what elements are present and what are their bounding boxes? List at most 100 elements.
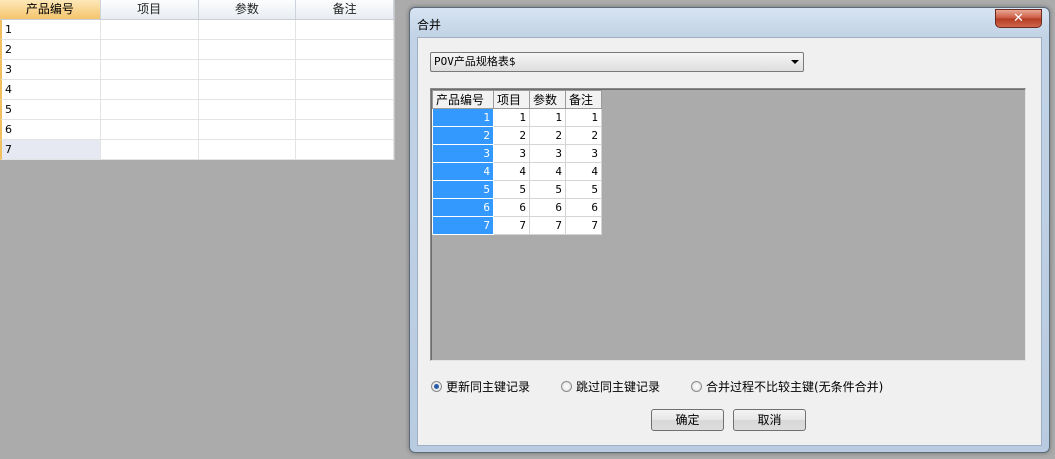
sheet-cell[interactable]: 4	[0, 80, 101, 100]
sheet-cell[interactable]	[100, 100, 199, 120]
sheet-cell[interactable]	[198, 120, 297, 140]
radio-label: 跳过同主键记录	[576, 380, 661, 394]
sheet-header-row: 产品编号 项目 参数 备注	[0, 0, 394, 20]
sheet-row: 2	[0, 40, 394, 60]
sheet-row: 6	[0, 120, 394, 140]
preview-cell[interactable]: 3	[565, 144, 602, 163]
sheet-cell[interactable]	[100, 120, 199, 140]
sheet-cell[interactable]	[198, 20, 297, 40]
sheet-cell[interactable]	[296, 40, 394, 60]
sheet-cell[interactable]	[100, 80, 199, 100]
sheet-cell[interactable]: 3	[0, 60, 101, 80]
preview-key-cell[interactable]: 6	[432, 198, 494, 217]
preview-cell[interactable]: 5	[529, 180, 566, 199]
preview-col-header-2[interactable]: 参数	[529, 90, 566, 109]
sheet-row: 7	[0, 140, 394, 160]
sheet-row: 4	[0, 80, 394, 100]
preview-key-cell[interactable]: 3	[432, 144, 494, 163]
source-table-dropdown[interactable]: POV产品规格表$	[430, 52, 804, 72]
chevron-down-icon	[791, 60, 799, 64]
sheet-cell[interactable]: 2	[0, 40, 101, 60]
preview-cell[interactable]: 4	[493, 162, 530, 181]
sheet-col-header-1[interactable]: 项目	[100, 0, 199, 19]
preview-cell[interactable]: 3	[493, 144, 530, 163]
sheet-cell[interactable]	[198, 60, 297, 80]
sheet-col-header-2[interactable]: 参数	[198, 0, 297, 19]
table-row: 4 4 4 4	[432, 162, 602, 181]
sheet-cell-selected[interactable]: 7	[0, 140, 101, 160]
cancel-button[interactable]: 取消	[733, 409, 806, 431]
close-button[interactable]: ✕	[995, 9, 1042, 28]
preview-cell[interactable]: 7	[493, 216, 530, 235]
preview-cell[interactable]: 6	[565, 198, 602, 217]
dropdown-selected-value: POV产品规格表$	[434, 55, 516, 68]
table-row: 3 3 3 3	[432, 144, 602, 163]
preview-cell[interactable]: 6	[529, 198, 566, 217]
radio-skip-duplicates[interactable]: 跳过同主键记录	[561, 378, 660, 395]
radio-unconditional-merge[interactable]: 合并过程不比较主键(无条件合并)	[691, 378, 883, 395]
sheet-cell[interactable]	[198, 140, 297, 160]
background-sheet: 产品编号 项目 参数 备注 1 2 3 4 5 6 7	[0, 0, 395, 160]
preview-cell[interactable]: 2	[565, 126, 602, 145]
preview-key-cell[interactable]: 5	[432, 180, 494, 199]
close-icon: ✕	[1013, 11, 1024, 26]
sheet-cell[interactable]	[198, 100, 297, 120]
sheet-cell[interactable]	[296, 120, 394, 140]
preview-key-cell[interactable]: 2	[432, 126, 494, 145]
preview-grid: 产品编号 项目 参数 备注 1 1 1 1 2 2 2 2 3 3 3 3 4 …	[432, 90, 602, 235]
sheet-cell[interactable]	[296, 100, 394, 120]
sheet-col-header-0[interactable]: 产品编号	[0, 0, 101, 19]
sheet-cell[interactable]	[100, 40, 199, 60]
sheet-row: 1	[0, 20, 394, 40]
preview-cell[interactable]: 1	[493, 108, 530, 127]
preview-key-cell[interactable]: 4	[432, 162, 494, 181]
table-row: 7 7 7 7	[432, 216, 602, 235]
preview-cell[interactable]: 2	[493, 126, 530, 145]
sheet-cell[interactable]	[100, 60, 199, 80]
dialog-title: 合并	[417, 18, 442, 32]
sheet-cell[interactable]	[296, 60, 394, 80]
sheet-cell[interactable]: 5	[0, 100, 101, 120]
sheet-cell[interactable]	[296, 140, 394, 160]
preview-key-cell[interactable]: 7	[432, 216, 494, 235]
preview-col-header-0[interactable]: 产品编号	[432, 90, 494, 109]
preview-key-cell[interactable]: 1	[432, 108, 494, 127]
dialog-client-area: POV产品规格表$ 产品编号 项目 参数 备注 1 1 1 1 2 2 2 2 …	[417, 37, 1042, 446]
preview-cell[interactable]: 3	[529, 144, 566, 163]
radio-label: 合并过程不比较主键(无条件合并)	[706, 380, 884, 394]
sheet-cell[interactable]	[296, 20, 394, 40]
sheet-cell[interactable]	[198, 40, 297, 60]
radio-label: 更新同主键记录	[446, 380, 531, 394]
preview-cell[interactable]: 4	[565, 162, 602, 181]
preview-cell[interactable]: 1	[529, 108, 566, 127]
radio-update-duplicates[interactable]: 更新同主键记录	[431, 378, 530, 395]
preview-col-header-1[interactable]: 项目	[493, 90, 530, 109]
radio-indicator[interactable]	[431, 381, 442, 392]
table-row: 5 5 5 5	[432, 180, 602, 199]
preview-cell[interactable]: 7	[529, 216, 566, 235]
preview-cell[interactable]: 7	[565, 216, 602, 235]
radio-indicator[interactable]	[561, 381, 572, 392]
preview-cell[interactable]: 5	[565, 180, 602, 199]
table-row: 6 6 6 6	[432, 198, 602, 217]
preview-header-row: 产品编号 项目 参数 备注	[432, 90, 602, 109]
sheet-cell[interactable]	[296, 80, 394, 100]
preview-cell[interactable]: 5	[493, 180, 530, 199]
sheet-cell[interactable]: 1	[0, 20, 101, 40]
preview-cell[interactable]: 6	[493, 198, 530, 217]
sheet-cell[interactable]: 6	[0, 120, 101, 140]
sheet-cell[interactable]	[100, 140, 199, 160]
table-row: 2 2 2 2	[432, 126, 602, 145]
sheet-cell[interactable]	[100, 20, 199, 40]
sheet-row: 3	[0, 60, 394, 80]
preview-grid-panel[interactable]: 产品编号 项目 参数 备注 1 1 1 1 2 2 2 2 3 3 3 3 4 …	[430, 88, 1026, 361]
preview-cell[interactable]: 1	[565, 108, 602, 127]
sheet-col-header-3[interactable]: 备注	[296, 0, 394, 19]
sheet-cell[interactable]	[198, 80, 297, 100]
preview-cell[interactable]: 2	[529, 126, 566, 145]
preview-col-header-3[interactable]: 备注	[565, 90, 602, 109]
preview-cell[interactable]: 4	[529, 162, 566, 181]
ok-button[interactable]: 确定	[651, 409, 724, 431]
sheet-row: 5	[0, 100, 394, 120]
radio-indicator[interactable]	[691, 381, 702, 392]
